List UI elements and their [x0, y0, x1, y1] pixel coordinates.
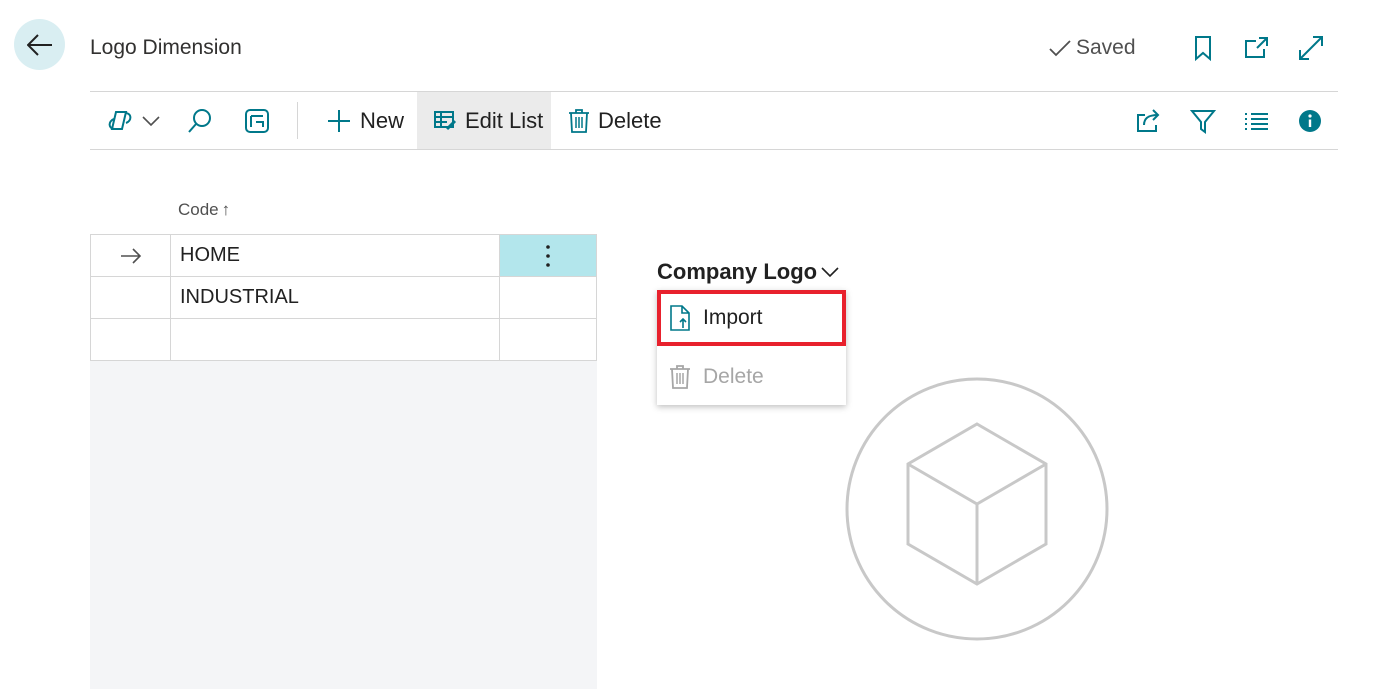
bookmark-icon[interactable] [1189, 34, 1217, 62]
code-cell[interactable]: INDUSTRIAL [171, 277, 500, 318]
company-logo-title: Company Logo [657, 259, 818, 284]
table-row[interactable] [90, 319, 597, 361]
table-row[interactable]: INDUSTRIAL [90, 277, 597, 319]
list-grid: HOME INDUSTRIAL [90, 234, 597, 689]
import-menu-item[interactable]: Import [657, 290, 846, 346]
new-button[interactable]: New [326, 92, 404, 149]
edit-list-icon [434, 110, 457, 130]
import-file-icon [670, 305, 690, 331]
trash-icon [569, 108, 589, 133]
open-in-new-window-icon[interactable] [1242, 34, 1270, 62]
company-logo-dropdown: Import Delete [657, 290, 846, 405]
chevron-down-icon [142, 115, 160, 126]
row-indicator [91, 235, 171, 276]
row-actions-button[interactable] [500, 235, 596, 276]
saved-label: Saved [1076, 36, 1136, 59]
chevron-down-icon [821, 267, 839, 278]
edit-list-label: Edit List [465, 107, 544, 133]
share-icon[interactable] [1134, 107, 1162, 135]
sort-ascending-icon: ↑ [221, 200, 231, 219]
back-button[interactable] [14, 19, 65, 70]
company-logo-menu-button[interactable]: Company Logo [657, 259, 839, 285]
filter-icon[interactable] [1189, 107, 1217, 135]
logo-placeholder-image[interactable] [844, 376, 1110, 642]
row-indicator [91, 319, 171, 360]
import-label: Import [703, 306, 763, 329]
plus-icon [328, 109, 350, 132]
table-row[interactable]: HOME [90, 234, 597, 277]
saved-status: Saved [1048, 36, 1136, 60]
search-icon [188, 108, 211, 133]
code-column-header[interactable]: Code ↑ [178, 200, 230, 220]
more-vertical-icon [546, 244, 550, 267]
search-button[interactable] [187, 92, 213, 149]
row-indicator [91, 277, 171, 318]
list-view-icon[interactable] [1244, 107, 1270, 135]
action-bar: New Edit List Delete [90, 91, 1338, 150]
code-column-label: Code [178, 200, 219, 219]
arrow-left-icon [26, 33, 52, 56]
checkmark-icon [1049, 40, 1071, 57]
info-icon[interactable] [1298, 109, 1322, 133]
expand-icon[interactable] [1297, 34, 1325, 62]
code-cell[interactable] [171, 319, 500, 360]
edit-list-button[interactable]: Edit List [417, 92, 551, 149]
trash-icon [670, 365, 690, 389]
delete-menu-item[interactable]: Delete [657, 349, 846, 405]
edit-layout-icon [245, 108, 269, 133]
page-title: Logo Dimension [90, 36, 242, 59]
personalize-button[interactable] [244, 92, 270, 149]
arrow-right-icon [120, 247, 141, 264]
toolbar-divider [297, 102, 298, 139]
copilot-icon [108, 110, 132, 130]
row-actions-cell[interactable] [500, 319, 596, 360]
delete-menu-label: Delete [703, 365, 764, 388]
copilot-menu-button[interactable] [106, 92, 160, 149]
row-actions-cell[interactable] [500, 277, 596, 318]
code-cell[interactable]: HOME [171, 235, 500, 276]
delete-button[interactable]: Delete [568, 92, 662, 149]
delete-button-label: Delete [598, 107, 662, 133]
new-button-label: New [360, 107, 405, 133]
